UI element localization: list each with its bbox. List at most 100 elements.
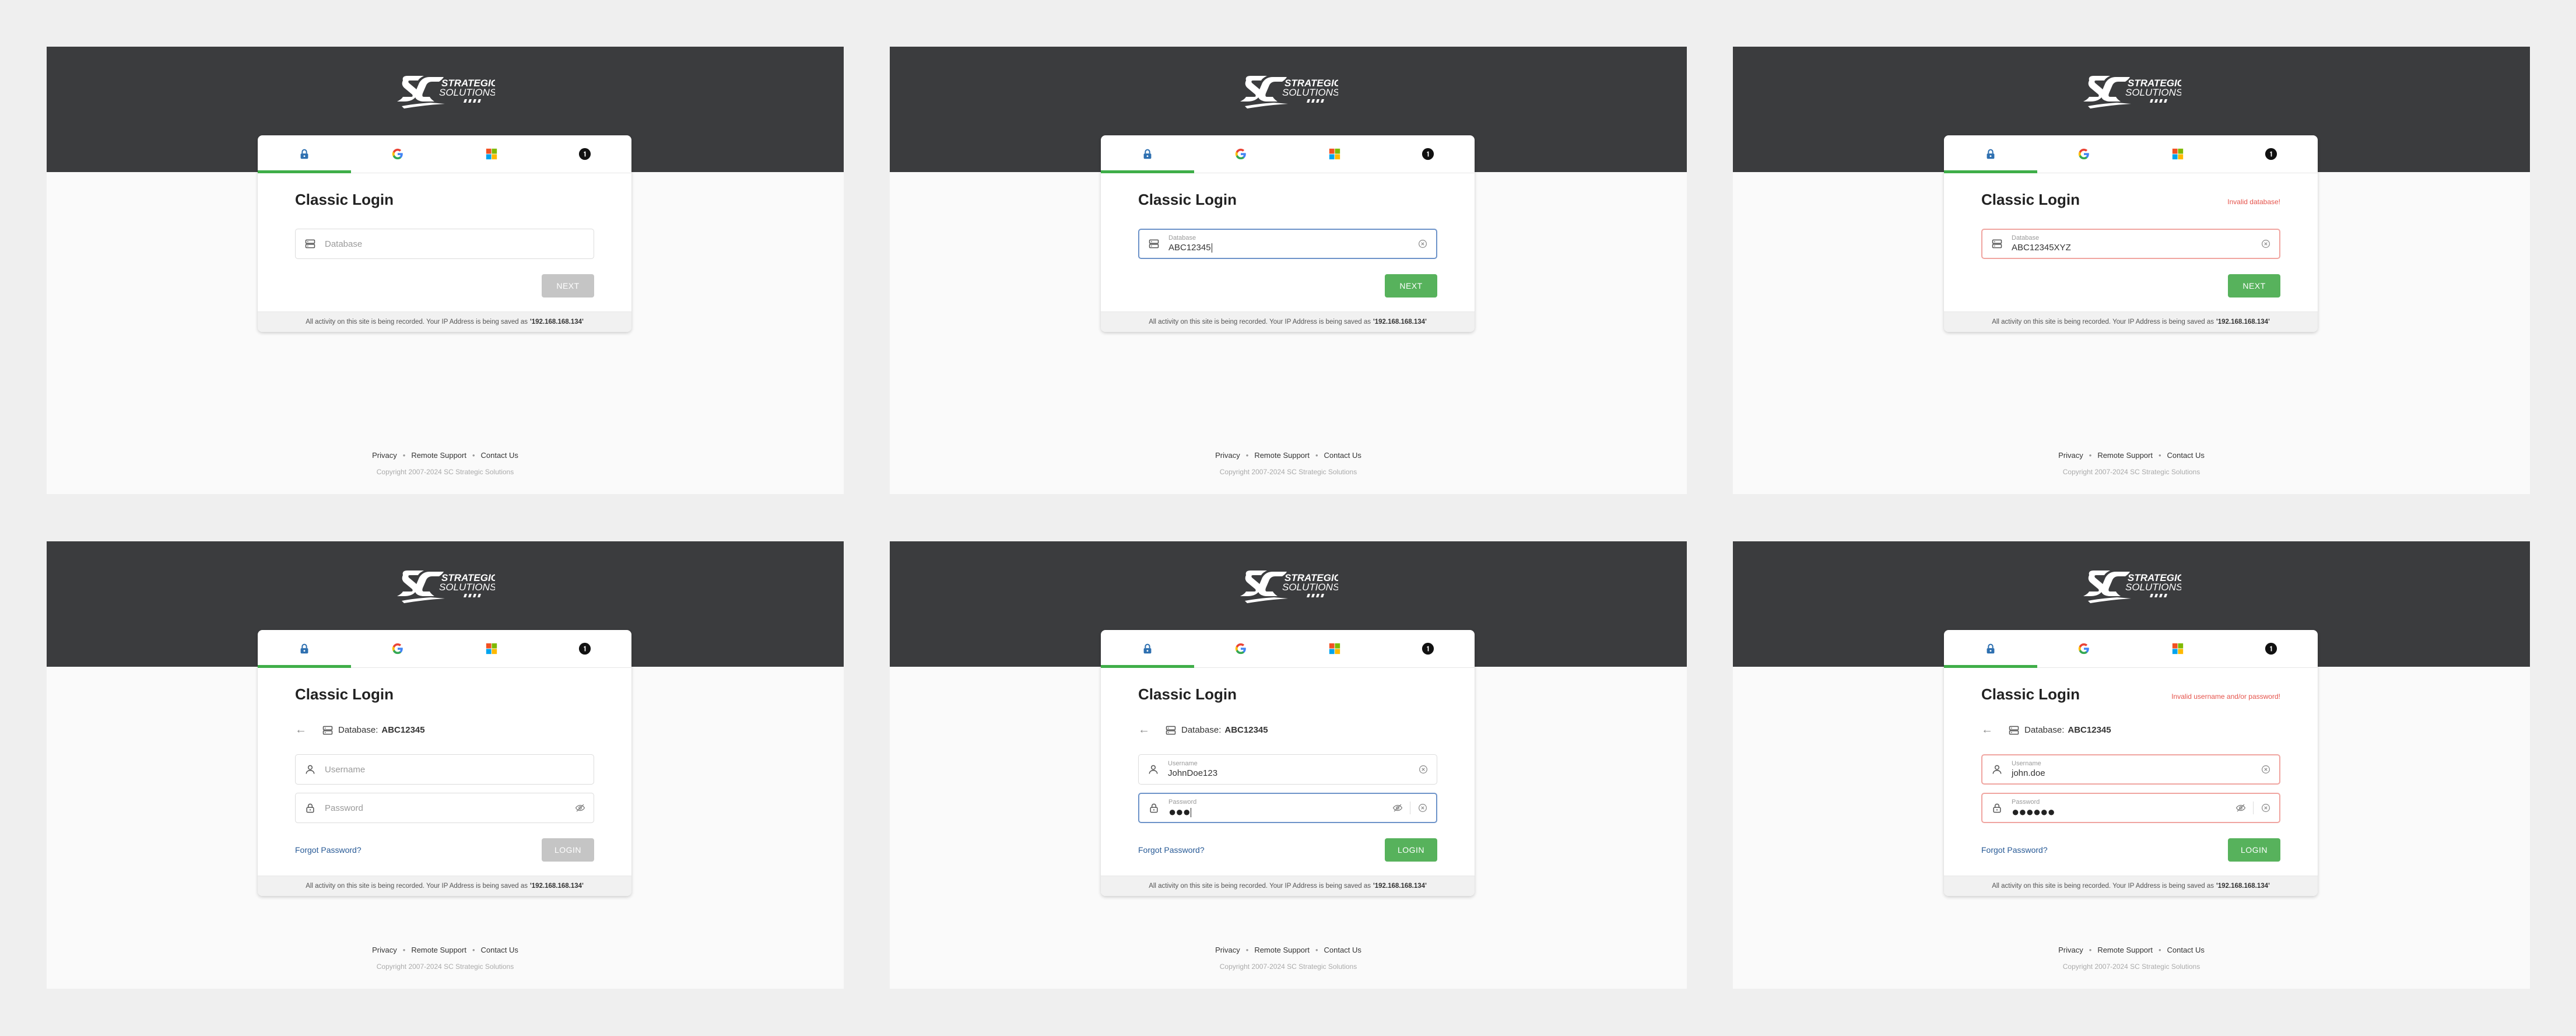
remote-support-link[interactable]: Remote Support xyxy=(2097,946,2153,954)
login-button[interactable]: LOGIN xyxy=(1385,838,1437,862)
lock-icon xyxy=(1147,802,1160,814)
clear-icon[interactable] xyxy=(2261,239,2271,249)
forgot-password-link[interactable]: Forgot Password? xyxy=(1138,845,1205,855)
username-field[interactable]: Username john.doe xyxy=(1981,754,2280,785)
database-field[interactable]: Database xyxy=(295,229,594,259)
privacy-link[interactable]: Privacy xyxy=(2058,451,2083,460)
eye-off-icon[interactable] xyxy=(575,803,585,813)
tab-microsoft[interactable] xyxy=(445,135,538,173)
tab-microsoft[interactable] xyxy=(1288,135,1381,173)
next-button[interactable]: NEXT xyxy=(542,274,594,298)
tab-microsoft[interactable] xyxy=(2131,630,2224,667)
page-title: Classic Login xyxy=(1138,191,1237,208)
privacy-link[interactable]: Privacy xyxy=(372,451,397,460)
microsoft-icon xyxy=(2171,148,2184,160)
database-field[interactable]: Database ABC12345 xyxy=(1138,229,1437,259)
contact-us-link[interactable]: Contact Us xyxy=(2167,946,2205,954)
strategic-solutions-logo xyxy=(396,71,495,113)
database-placeholder: Database xyxy=(325,239,363,249)
selected-database: ← Database: ABC12345 xyxy=(295,723,425,737)
database-icon xyxy=(304,237,317,250)
next-button[interactable]: NEXT xyxy=(2228,274,2280,298)
database-name: ABC12345 xyxy=(2068,725,2111,735)
tab-onelogin[interactable] xyxy=(2224,630,2318,667)
password-field[interactable]: Password xyxy=(295,793,594,823)
tab-classic[interactable] xyxy=(258,135,352,173)
database-icon xyxy=(1165,724,1177,736)
arrow-left-icon[interactable]: ← xyxy=(1981,723,1993,737)
clear-icon[interactable] xyxy=(2261,764,2271,775)
contact-us-link[interactable]: Contact Us xyxy=(1324,946,1361,954)
tab-google[interactable] xyxy=(351,135,444,173)
tab-classic[interactable] xyxy=(1944,135,2038,173)
login-button[interactable]: LOGIN xyxy=(2228,838,2280,862)
contact-us-link[interactable]: Contact Us xyxy=(1324,451,1361,460)
contact-us-link[interactable]: Contact Us xyxy=(481,451,518,460)
tab-classic[interactable] xyxy=(1101,135,1195,173)
copyright: Copyright 2007-2024 SC Strategic Solutio… xyxy=(1219,963,1357,971)
eye-off-icon[interactable] xyxy=(2235,803,2246,813)
tab-onelogin[interactable] xyxy=(538,135,631,173)
strategic-solutions-logo xyxy=(1239,566,1338,608)
contact-us-link[interactable]: Contact Us xyxy=(481,946,518,954)
tab-google[interactable] xyxy=(1194,135,1287,173)
forgot-password-link[interactable]: Forgot Password? xyxy=(1981,845,2048,855)
eye-off-icon[interactable] xyxy=(1392,803,1403,813)
activity-notice: All activity on this site is being recor… xyxy=(258,312,631,332)
strategic-solutions-logo xyxy=(2082,566,2181,608)
username-field[interactable]: Username JohnDoe123 xyxy=(1138,754,1437,785)
password-field[interactable]: Password ●●●●●● xyxy=(1981,793,2280,823)
tab-onelogin[interactable] xyxy=(1381,630,1475,667)
tab-google[interactable] xyxy=(1194,630,1287,667)
username-label: Username xyxy=(2012,760,2041,767)
footer: Privacy • Remote Support • Contact Us Copyri… xyxy=(1733,451,2530,476)
tab-onelogin[interactable] xyxy=(1381,135,1475,173)
copyright: Copyright 2007-2024 SC Strategic Solutio… xyxy=(376,468,514,476)
arrow-left-icon[interactable]: ← xyxy=(1138,723,1150,737)
activity-notice: All activity on this site is being recor… xyxy=(1944,876,2318,896)
tab-classic[interactable] xyxy=(1944,630,2038,668)
microsoft-icon xyxy=(1328,148,1341,160)
forgot-password-link[interactable]: Forgot Password? xyxy=(295,845,362,855)
clear-icon[interactable] xyxy=(1417,803,1428,813)
tab-microsoft[interactable] xyxy=(445,630,538,667)
privacy-link[interactable]: Privacy xyxy=(1215,451,1240,460)
database-icon xyxy=(2008,724,2020,736)
remote-support-link[interactable]: Remote Support xyxy=(2097,451,2153,460)
remote-support-link[interactable]: Remote Support xyxy=(1254,451,1310,460)
tab-onelogin[interactable] xyxy=(2224,135,2318,173)
user-icon xyxy=(304,763,317,776)
privacy-link[interactable]: Privacy xyxy=(1215,946,1240,954)
login-card: Classic Login Invalid database! Database… xyxy=(1944,135,2318,332)
microsoft-icon xyxy=(1328,642,1341,655)
database-field[interactable]: Database ABC12345XYZ xyxy=(1981,229,2280,259)
tab-classic[interactable] xyxy=(1101,630,1195,668)
privacy-link[interactable]: Privacy xyxy=(2058,946,2083,954)
remote-support-link[interactable]: Remote Support xyxy=(411,451,466,460)
clear-icon[interactable] xyxy=(1418,764,1429,775)
remote-support-link[interactable]: Remote Support xyxy=(1254,946,1310,954)
password-value: ●●● xyxy=(1168,804,1191,819)
tab-google[interactable] xyxy=(2037,135,2131,173)
database-icon xyxy=(322,724,334,736)
copyright: Copyright 2007-2024 SC Strategic Solutio… xyxy=(376,963,514,971)
tab-google[interactable] xyxy=(2037,630,2131,667)
password-field[interactable]: Password ●●● xyxy=(1138,793,1437,823)
clear-icon[interactable] xyxy=(2261,803,2271,813)
login-panel-3: Classic Login Invalid database! Database… xyxy=(1733,47,2530,494)
tab-microsoft[interactable] xyxy=(1288,630,1381,667)
privacy-link[interactable]: Privacy xyxy=(372,946,397,954)
tab-google[interactable] xyxy=(351,630,444,667)
tab-classic[interactable] xyxy=(258,630,352,668)
clear-icon[interactable] xyxy=(1417,239,1428,249)
username-field[interactable]: Username xyxy=(295,754,594,785)
next-button[interactable]: NEXT xyxy=(1385,274,1437,298)
tab-microsoft[interactable] xyxy=(2131,135,2224,173)
tab-onelogin[interactable] xyxy=(538,630,631,667)
remote-support-link[interactable]: Remote Support xyxy=(411,946,466,954)
arrow-left-icon[interactable]: ← xyxy=(295,723,307,737)
contact-us-link[interactable]: Contact Us xyxy=(2167,451,2205,460)
selected-database: ← Database: ABC12345 xyxy=(1981,723,2111,737)
copyright: Copyright 2007-2024 SC Strategic Solutio… xyxy=(2062,468,2201,476)
login-button[interactable]: LOGIN xyxy=(542,838,594,862)
